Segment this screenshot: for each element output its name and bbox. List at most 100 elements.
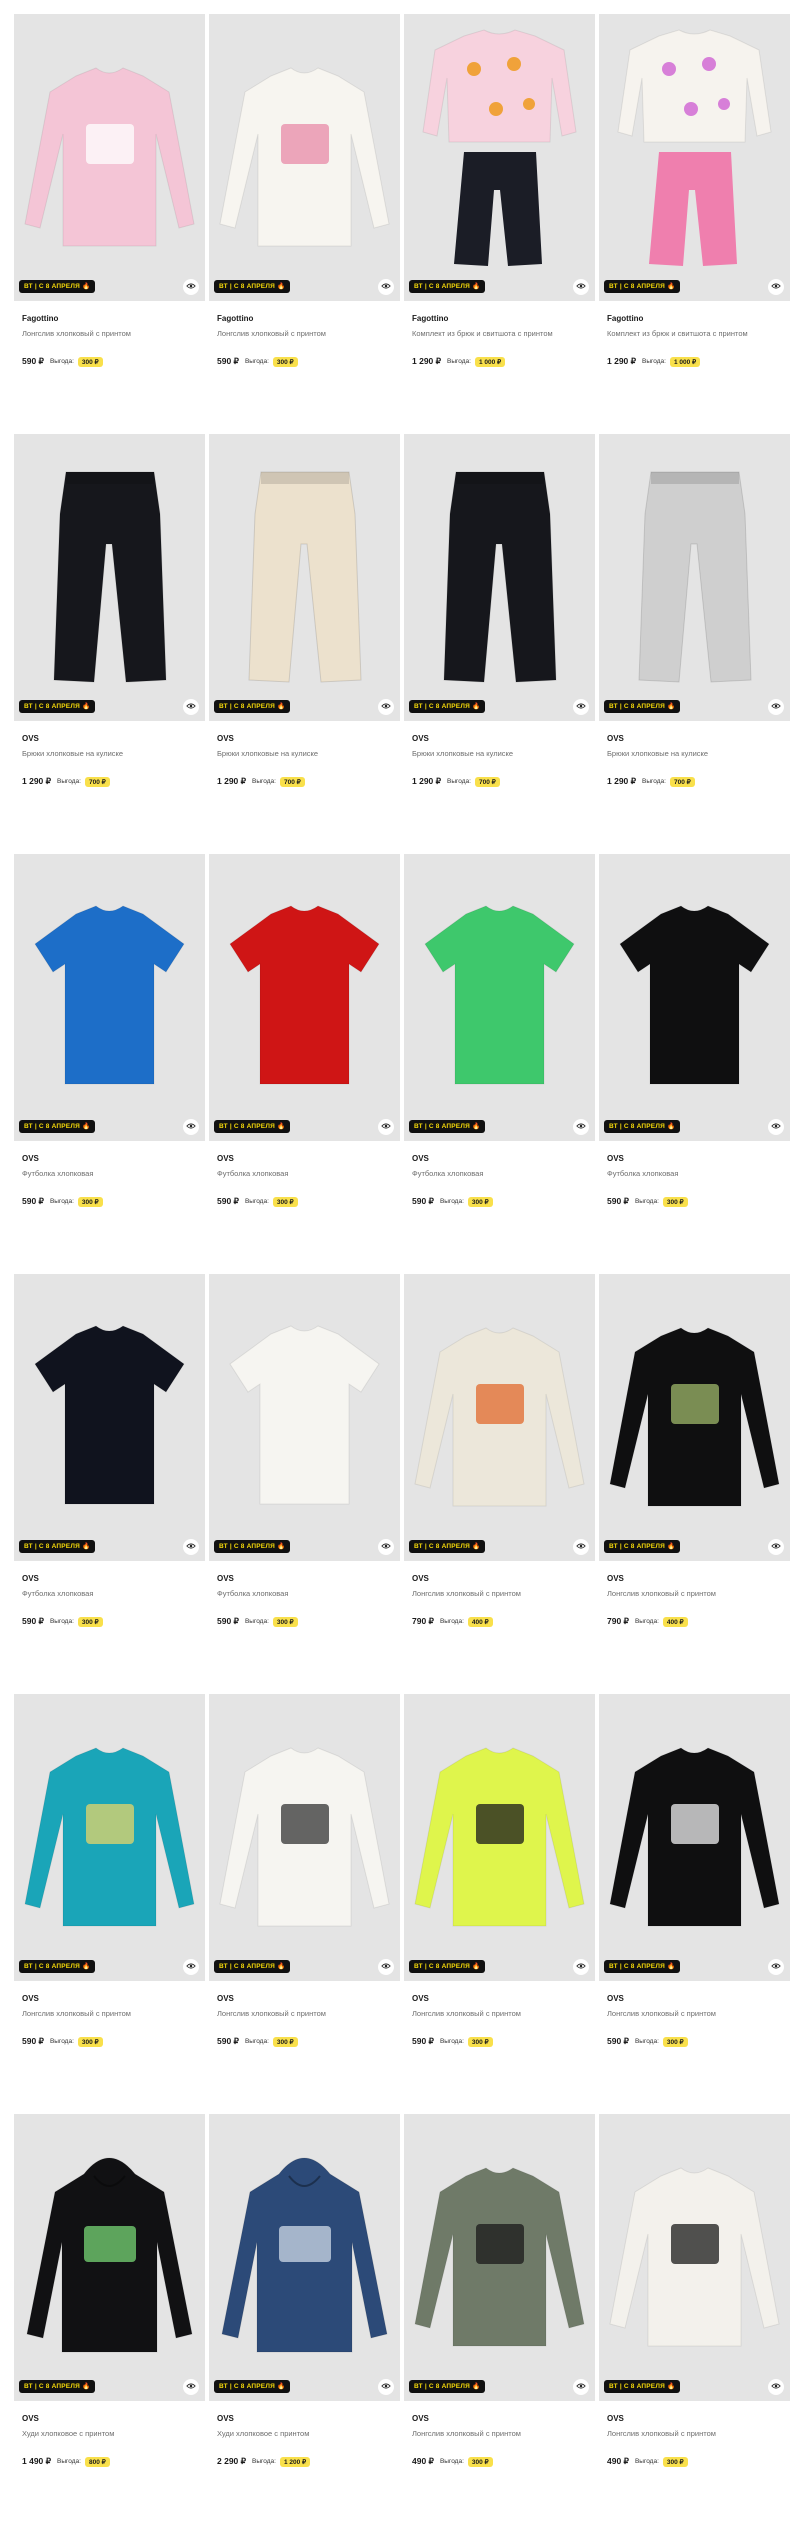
product-card[interactable]: ВТ | С 8 АПРЕЛЯ 🔥 OVS Лонгслив хлопковый… <box>599 1274 790 1690</box>
product-name[interactable]: Лонгслив хлопковый с принтом <box>22 329 205 338</box>
product-card[interactable]: ВТ | С 8 АПРЕЛЯ 🔥 OVS Лонгслив хлопковый… <box>404 1274 595 1690</box>
product-photo[interactable]: ВТ | С 8 АПРЕЛЯ 🔥 <box>404 1274 595 1561</box>
product-photo[interactable]: ВТ | С 8 АПРЕЛЯ 🔥 <box>599 14 790 301</box>
product-name[interactable]: Худи хлопковое с принтом <box>217 2429 400 2438</box>
product-card[interactable]: ВТ | С 8 АПРЕЛЯ 🔥 OVS Брюки хлопковые на… <box>209 434 400 850</box>
product-photo[interactable]: ВТ | С 8 АПРЕЛЯ 🔥 <box>404 2114 595 2401</box>
product-photo[interactable]: ВТ | С 8 АПРЕЛЯ 🔥 <box>404 434 595 721</box>
product-name[interactable]: Брюки хлопковые на кулиске <box>22 749 205 758</box>
product-photo[interactable]: ВТ | С 8 АПРЕЛЯ 🔥 <box>209 2114 400 2401</box>
product-brand[interactable]: OVS <box>607 2414 790 2423</box>
product-photo[interactable]: ВТ | С 8 АПРЕЛЯ 🔥 <box>14 1694 205 1981</box>
product-name[interactable]: Худи хлопковое с принтом <box>22 2429 205 2438</box>
quick-view-button[interactable] <box>183 699 199 715</box>
product-brand[interactable]: OVS <box>22 734 205 743</box>
quick-view-button[interactable] <box>378 1119 394 1135</box>
product-photo[interactable]: ВТ | С 8 АПРЕЛЯ 🔥 <box>209 434 400 721</box>
product-photo[interactable]: ВТ | С 8 АПРЕЛЯ 🔥 <box>14 2114 205 2401</box>
product-brand[interactable]: OVS <box>22 1154 205 1163</box>
product-card[interactable]: ВТ | С 8 АПРЕЛЯ 🔥 OVS Футболка хлопковая… <box>14 1274 205 1690</box>
product-name[interactable]: Лонгслив хлопковый с принтом <box>22 2009 205 2018</box>
product-brand[interactable]: OVS <box>412 1574 595 1583</box>
product-card[interactable]: ВТ | С 8 АПРЕЛЯ 🔥 OVS Лонгслив хлопковый… <box>599 1694 790 2110</box>
product-brand[interactable]: OVS <box>22 1994 205 2003</box>
product-name[interactable]: Футболка хлопковая <box>412 1169 595 1178</box>
quick-view-button[interactable] <box>573 2379 589 2395</box>
product-brand[interactable]: OVS <box>607 1994 790 2003</box>
product-name[interactable]: Футболка хлопковая <box>217 1589 400 1598</box>
product-brand[interactable]: OVS <box>607 1574 790 1583</box>
quick-view-button[interactable] <box>183 279 199 295</box>
product-brand[interactable]: OVS <box>217 1154 400 1163</box>
product-card[interactable]: ВТ | С 8 АПРЕЛЯ 🔥 Fagottino Лонгслив хло… <box>14 14 205 430</box>
quick-view-button[interactable] <box>378 1539 394 1555</box>
product-photo[interactable]: ВТ | С 8 АПРЕЛЯ 🔥 <box>209 1274 400 1561</box>
product-card[interactable]: ВТ | С 8 АПРЕЛЯ 🔥 Fagottino Комплект из … <box>599 14 790 430</box>
product-photo[interactable]: ВТ | С 8 АПРЕЛЯ 🔥 <box>599 434 790 721</box>
product-card[interactable]: ВТ | С 8 АПРЕЛЯ 🔥 OVS Брюки хлопковые на… <box>599 434 790 850</box>
quick-view-button[interactable] <box>183 1539 199 1555</box>
product-card[interactable]: ВТ | С 8 АПРЕЛЯ 🔥 OVS Лонгслив хлопковый… <box>14 1694 205 2110</box>
product-photo[interactable]: ВТ | С 8 АПРЕЛЯ 🔥 <box>404 854 595 1141</box>
product-brand[interactable]: Fagottino <box>412 314 595 323</box>
quick-view-button[interactable] <box>768 1959 784 1975</box>
product-name[interactable]: Футболка хлопковая <box>607 1169 790 1178</box>
product-photo[interactable]: ВТ | С 8 АПРЕЛЯ 🔥 <box>404 14 595 301</box>
quick-view-button[interactable] <box>378 2379 394 2395</box>
product-brand[interactable]: OVS <box>217 2414 400 2423</box>
product-card[interactable]: ВТ | С 8 АПРЕЛЯ 🔥 OVS Худи хлопковое с п… <box>14 2114 205 2530</box>
quick-view-button[interactable] <box>378 1959 394 1975</box>
product-brand[interactable]: OVS <box>607 734 790 743</box>
product-brand[interactable]: OVS <box>412 1994 595 2003</box>
product-card[interactable]: ВТ | С 8 АПРЕЛЯ 🔥 OVS Футболка хлопковая… <box>404 854 595 1270</box>
product-card[interactable]: ВТ | С 8 АПРЕЛЯ 🔥 OVS Лонгслив хлопковый… <box>599 2114 790 2530</box>
quick-view-button[interactable] <box>183 2379 199 2395</box>
product-brand[interactable]: Fagottino <box>217 314 400 323</box>
product-photo[interactable]: ВТ | С 8 АПРЕЛЯ 🔥 <box>599 1694 790 1981</box>
quick-view-button[interactable] <box>183 1119 199 1135</box>
product-card[interactable]: ВТ | С 8 АПРЕЛЯ 🔥 OVS Брюки хлопковые на… <box>14 434 205 850</box>
quick-view-button[interactable] <box>573 1539 589 1555</box>
product-name[interactable]: Лонгслив хлопковый с принтом <box>412 2009 595 2018</box>
product-name[interactable]: Брюки хлопковые на кулиске <box>607 749 790 758</box>
product-name[interactable]: Комплект из брюк и свитшота с принтом <box>412 329 595 338</box>
product-card[interactable]: ВТ | С 8 АПРЕЛЯ 🔥 Fagottino Лонгслив хло… <box>209 14 400 430</box>
product-name[interactable]: Лонгслив хлопковый с принтом <box>607 2429 790 2438</box>
quick-view-button[interactable] <box>768 699 784 715</box>
quick-view-button[interactable] <box>768 1539 784 1555</box>
quick-view-button[interactable] <box>183 1959 199 1975</box>
product-brand[interactable]: OVS <box>22 1574 205 1583</box>
product-brand[interactable]: OVS <box>217 1574 400 1583</box>
product-brand[interactable]: Fagottino <box>22 314 205 323</box>
product-photo[interactable]: ВТ | С 8 АПРЕЛЯ 🔥 <box>14 14 205 301</box>
product-brand[interactable]: OVS <box>217 1994 400 2003</box>
product-photo[interactable]: ВТ | С 8 АПРЕЛЯ 🔥 <box>209 854 400 1141</box>
product-photo[interactable]: ВТ | С 8 АПРЕЛЯ 🔥 <box>404 1694 595 1981</box>
product-photo[interactable]: ВТ | С 8 АПРЕЛЯ 🔥 <box>14 434 205 721</box>
product-brand[interactable]: OVS <box>217 734 400 743</box>
product-name[interactable]: Футболка хлопковая <box>217 1169 400 1178</box>
product-photo[interactable]: ВТ | С 8 АПРЕЛЯ 🔥 <box>14 1274 205 1561</box>
product-photo[interactable]: ВТ | С 8 АПРЕЛЯ 🔥 <box>599 1274 790 1561</box>
product-brand[interactable]: OVS <box>22 2414 205 2423</box>
product-card[interactable]: ВТ | С 8 АПРЕЛЯ 🔥 OVS Худи хлопковое с п… <box>209 2114 400 2530</box>
product-name[interactable]: Лонгслив хлопковый с принтом <box>217 2009 400 2018</box>
product-card[interactable]: ВТ | С 8 АПРЕЛЯ 🔥 OVS Футболка хлопковая… <box>209 1274 400 1690</box>
product-card[interactable]: ВТ | С 8 АПРЕЛЯ 🔥 OVS Футболка хлопковая… <box>209 854 400 1270</box>
product-card[interactable]: ВТ | С 8 АПРЕЛЯ 🔥 OVS Футболка хлопковая… <box>599 854 790 1270</box>
product-photo[interactable]: ВТ | С 8 АПРЕЛЯ 🔥 <box>14 854 205 1141</box>
quick-view-button[interactable] <box>573 699 589 715</box>
quick-view-button[interactable] <box>768 2379 784 2395</box>
product-name[interactable]: Лонгслив хлопковый с принтом <box>217 329 400 338</box>
quick-view-button[interactable] <box>378 699 394 715</box>
product-card[interactable]: ВТ | С 8 АПРЕЛЯ 🔥 OVS Лонгслив хлопковый… <box>404 2114 595 2530</box>
product-photo[interactable]: ВТ | С 8 АПРЕЛЯ 🔥 <box>209 14 400 301</box>
product-name[interactable]: Лонгслив хлопковый с принтом <box>412 2429 595 2438</box>
product-photo[interactable]: ВТ | С 8 АПРЕЛЯ 🔥 <box>599 854 790 1141</box>
quick-view-button[interactable] <box>768 1119 784 1135</box>
product-brand[interactable]: OVS <box>607 1154 790 1163</box>
quick-view-button[interactable] <box>378 279 394 295</box>
product-name[interactable]: Лонгслив хлопковый с принтом <box>412 1589 595 1598</box>
product-card[interactable]: ВТ | С 8 АПРЕЛЯ 🔥 OVS Футболка хлопковая… <box>14 854 205 1270</box>
product-card[interactable]: ВТ | С 8 АПРЕЛЯ 🔥 OVS Лонгслив хлопковый… <box>404 1694 595 2110</box>
